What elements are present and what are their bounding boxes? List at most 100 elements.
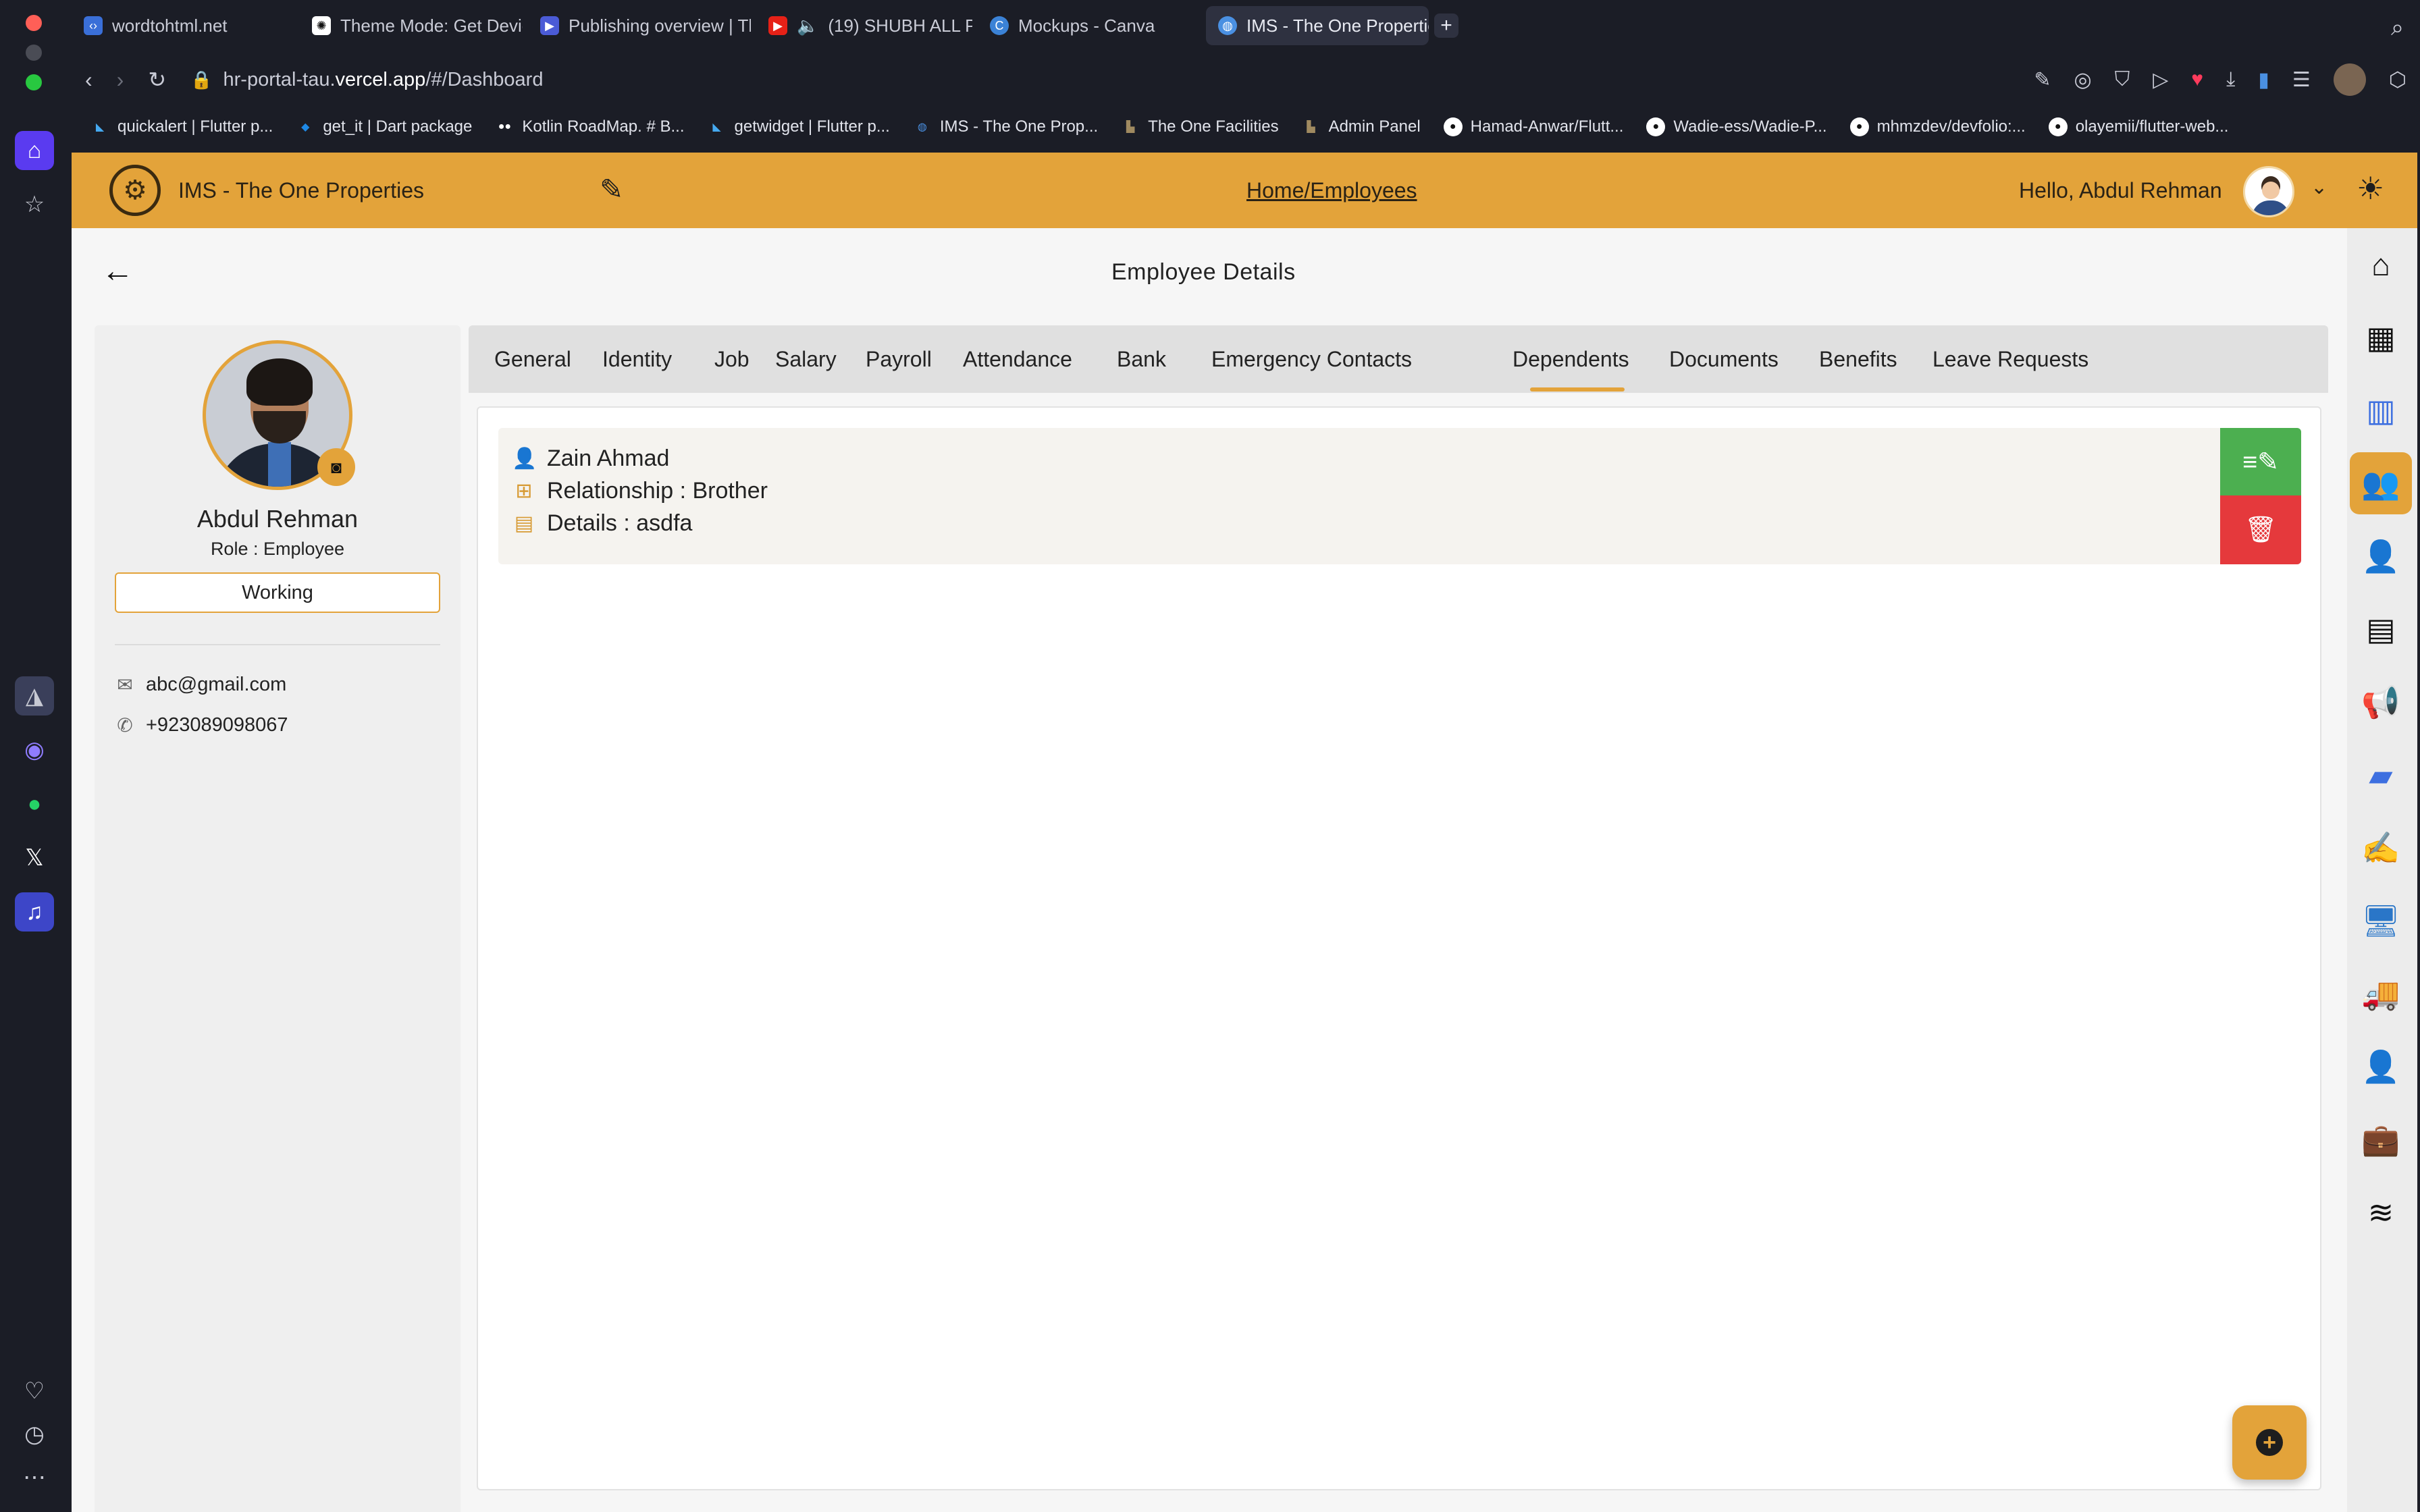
back-icon[interactable]: ‹ <box>85 68 93 92</box>
office-building-icon[interactable]: ▦ <box>2350 306 2412 369</box>
user-avatar[interactable] <box>2243 166 2294 217</box>
tab-dependents[interactable]: Dependents <box>1512 325 1629 393</box>
bookmark-item[interactable]: ●● Kotlin RoadMap. # B... <box>495 117 685 136</box>
bookmark-item[interactable]: ● olayemii/flutter-web... <box>2048 117 2228 136</box>
close-window-button[interactable] <box>26 15 42 31</box>
rail-home-icon[interactable]: ⌂ <box>15 131 54 170</box>
globe-icon: ◍ <box>917 122 927 133</box>
rail-messenger-icon[interactable]: ◉ <box>15 730 54 770</box>
money-stack-icon[interactable]: ≋ <box>2350 1181 2412 1243</box>
dependent-name-row: 👤 Zain Ahmad <box>512 446 669 472</box>
address-bar: ‹ › ↻ 🔒 hr-portal-tau.vercel.app/#/Dashb… <box>69 54 2420 105</box>
browser-tab[interactable]: ▶ 🔈 (19) SHUBH ALL PAN <box>756 6 972 45</box>
bookmark-item[interactable]: ◍ IMS - The One Prop... <box>913 117 1098 136</box>
maximize-window-button[interactable] <box>26 74 42 90</box>
player-icon[interactable]: ▷ <box>2153 68 2168 92</box>
bookmark-item[interactable]: ▙ The One Facilities <box>1121 117 1279 136</box>
dart-icon: ◆ <box>301 122 310 133</box>
pencil-edit-icon[interactable]: ✎ <box>600 173 623 206</box>
browser-tab[interactable]: ▶ Publishing overview | Th <box>528 6 751 45</box>
bookmark-item[interactable]: ◆ get_it | Dart package <box>296 117 472 136</box>
signature-icon[interactable]: ✍ <box>2350 817 2412 879</box>
rail-music-icon[interactable]: ♫ <box>15 892 54 932</box>
shield-icon[interactable]: ⛉ <box>2115 68 2130 91</box>
dependent-relationship: Relationship : Brother <box>547 478 768 504</box>
minimize-window-button[interactable] <box>26 45 42 61</box>
profile-avatar[interactable] <box>2333 63 2366 96</box>
youtube-icon: ▶ <box>768 16 787 35</box>
bookmark-item[interactable]: ▙ Admin Panel <box>1302 117 1420 136</box>
delete-dependent-button[interactable]: 🗑 <box>2220 495 2301 564</box>
rail-whatsapp-icon[interactable]: ● <box>15 784 54 824</box>
browser-tab-active[interactable]: ◍ IMS - The One Propertie <box>1206 6 1429 45</box>
snapshot-edit-icon[interactable]: ✎ <box>2034 68 2051 92</box>
rail-more-icon[interactable]: ⋯ <box>15 1458 54 1497</box>
mail-icon: ✉ <box>117 674 133 695</box>
theme-toggle-icon[interactable]: ☀ <box>2357 170 2384 207</box>
bookmark-item[interactable]: ◣ quickalert | Flutter p... <box>90 117 273 136</box>
tab-search-icon[interactable]: ⌕ <box>2391 15 2404 41</box>
chevron-down-icon[interactable]: ⌄ <box>2311 176 2327 199</box>
app-header: ⚙ IMS - The One Properties ✎ Home/Employ… <box>72 153 2417 228</box>
tab-emergency-contacts[interactable]: Emergency Contacts <box>1211 325 1412 393</box>
forward-icon[interactable]: › <box>117 68 124 92</box>
building-icon: ▙ <box>1307 122 1315 133</box>
megaphone-icon[interactable]: 📢 <box>2350 671 2412 733</box>
github-icon: ● <box>1646 117 1666 136</box>
back-arrow-icon[interactable]: ← <box>101 252 134 290</box>
tab-benefits[interactable]: Benefits <box>1819 325 1897 393</box>
tab-bank[interactable]: Bank <box>1117 325 1166 393</box>
play-icon: ▶ <box>540 16 559 35</box>
dependent-details-row: ▤ Details : asdfa <box>512 510 693 537</box>
id-card-icon[interactable]: ▤ <box>2350 598 2412 660</box>
rail-history-icon[interactable]: ◷ <box>15 1415 54 1454</box>
github-icon: ● <box>1443 117 1463 136</box>
lock-icon: 🔒 <box>190 69 213 90</box>
briefcase-icon[interactable]: 💼 <box>2350 1108 2412 1170</box>
browser-tab[interactable]: C Mockups - Canva <box>978 6 1201 45</box>
employees-icon[interactable]: 👥 <box>2350 452 2412 514</box>
reload-icon[interactable]: ↻ <box>148 67 166 92</box>
edit-dependent-button[interactable]: ≡✎ <box>2220 428 2301 495</box>
add-user-icon[interactable]: 👤 <box>2350 525 2412 587</box>
breadcrumb[interactable]: Home/Employees <box>1246 178 1417 203</box>
tab-payroll[interactable]: Payroll <box>866 325 932 393</box>
rail-favorites-icon[interactable]: ☆ <box>15 185 54 224</box>
monitor-icon[interactable]: 🖥 <box>2350 890 2412 952</box>
tab-general[interactable]: General <box>494 325 571 393</box>
download-icon[interactable]: ⤓ <box>2226 68 2235 91</box>
trash-icon: 🗑 <box>2244 516 2278 544</box>
rail-heart-icon[interactable]: ♡ <box>15 1372 54 1411</box>
status-badge: Working <box>115 572 440 613</box>
bookmark-item[interactable]: ◣ getwidget | Flutter p... <box>708 117 890 136</box>
battery-saver-icon[interactable]: ▮ <box>2258 68 2269 92</box>
rail-app-aria-icon[interactable]: ◮ <box>15 676 54 716</box>
delivery-truck-icon[interactable]: 🚚 <box>2350 963 2412 1025</box>
bookmark-item[interactable]: ● mhmzdev/devfolio:... <box>1849 117 2026 136</box>
bookmark-item[interactable]: ● Hamad-Anwar/Flutt... <box>1443 117 1623 136</box>
tab-documents[interactable]: Documents <box>1669 325 1779 393</box>
browser-tab[interactable]: ‹› wordtohtml.net <box>72 6 294 45</box>
tab-salary[interactable]: Salary <box>775 325 837 393</box>
settings-sliders-icon[interactable]: ☰ <box>2292 68 2311 92</box>
tab-leave-requests[interactable]: Leave Requests <box>1932 325 2088 393</box>
tab-job[interactable]: Job <box>714 325 749 393</box>
browser-tab[interactable]: ✺ Theme Mode: Get Devic <box>300 6 523 45</box>
user-settings-icon[interactable]: 👤 <box>2350 1035 2412 1098</box>
heart-icon[interactable]: ♥ <box>2191 68 2203 91</box>
extensions-icon[interactable]: ⬡ <box>2389 68 2406 92</box>
photo-hair <box>246 358 313 406</box>
camera-icon[interactable]: ◙ <box>317 448 355 486</box>
add-dependent-button[interactable]: + <box>2232 1405 2307 1480</box>
tab-identity[interactable]: Identity <box>602 325 672 393</box>
bookmark-item[interactable]: ● Wadie-ess/Wadie-P... <box>1646 117 1827 136</box>
tab-attendance[interactable]: Attendance <box>963 325 1072 393</box>
new-tab-button[interactable]: + <box>1434 14 1458 38</box>
home-icon[interactable]: ⌂ <box>2350 234 2412 296</box>
github-icon: ● <box>2048 117 2068 136</box>
camera-icon[interactable]: ◎ <box>2074 68 2092 92</box>
rail-x-icon[interactable]: 𝕏 <box>15 838 54 878</box>
url-field[interactable]: 🔒 hr-portal-tau.vercel.app/#/Dashboard <box>190 69 543 91</box>
folder-icon[interactable]: ▰ <box>2350 744 2412 806</box>
apartment-icon[interactable]: ▥ <box>2350 379 2412 441</box>
